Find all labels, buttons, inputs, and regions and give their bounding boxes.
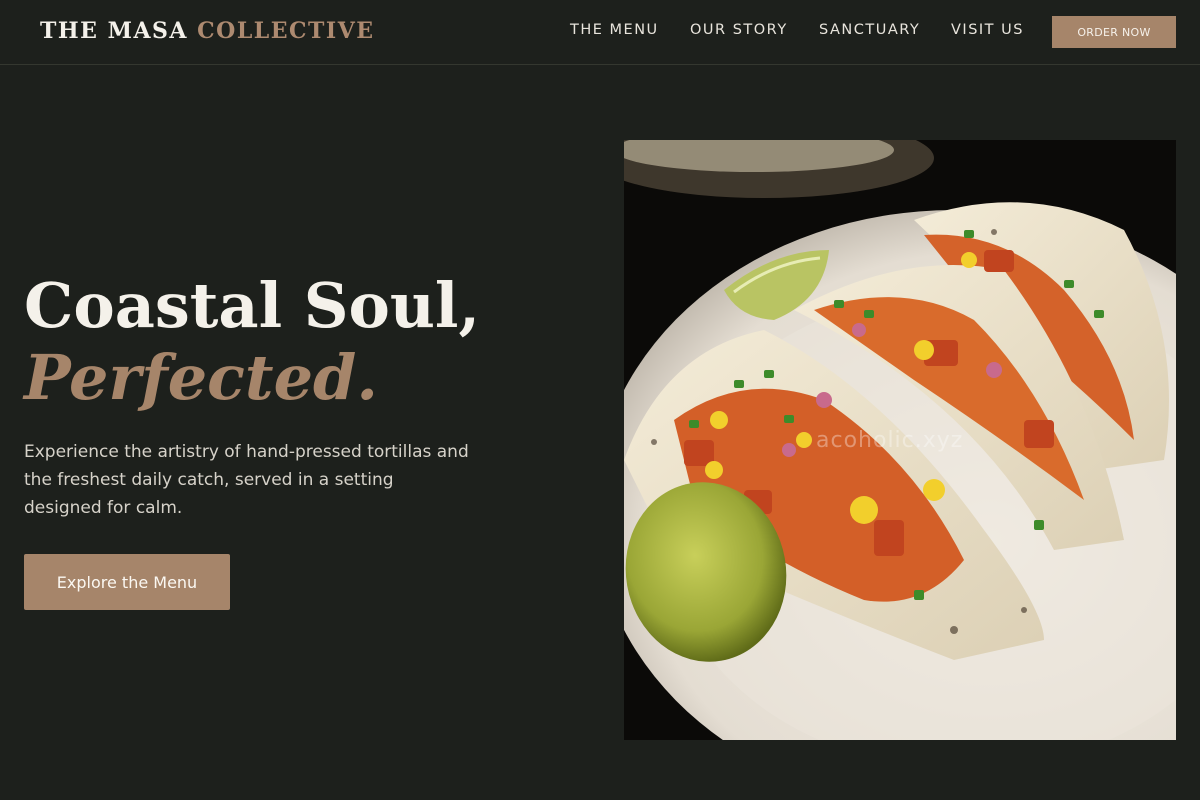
hero-title-line1: Coastal Soul, [24,269,481,342]
brand-logo[interactable]: THE MASA COLLECTIVE [40,18,375,44]
explore-menu-button[interactable]: Explore the Menu [24,554,230,610]
brand-name-secondary: COLLECTIVE [197,18,375,44]
brand-name-primary: THE MASA [40,18,188,44]
nav-item-visit-us[interactable]: VISIT US [951,22,1024,38]
order-now-button[interactable]: ORDER NOW [1052,16,1176,48]
hero-title-line2: Perfected. [24,341,378,414]
image-watermark: acoholic.xyz [816,428,964,453]
nav-item-our-story[interactable]: OUR STORY [690,22,788,38]
site-header: THE MASA COLLECTIVE THE MENU OUR STORY S… [0,0,1200,65]
nav-item-the-menu[interactable]: THE MENU [570,22,659,38]
hero-description: Experience the artistry of hand-pressed … [24,442,469,518]
nav-item-sanctuary[interactable]: SANCTUARY [819,22,920,38]
